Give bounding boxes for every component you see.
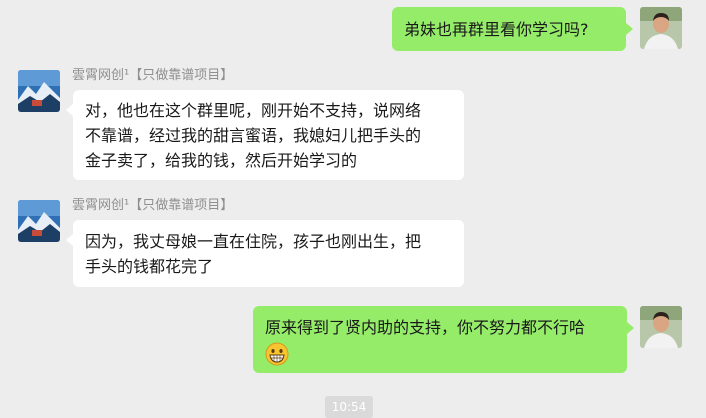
contact-avatar[interactable] xyxy=(18,200,60,242)
my-avatar[interactable] xyxy=(640,7,682,49)
outgoing-message-bubble[interactable]: 弟妹也再群里看你学习吗? xyxy=(392,7,626,51)
contact-avatar[interactable] xyxy=(18,70,60,112)
bubble-tail xyxy=(626,23,633,35)
message-line: 不靠谱，经过我的甜言蜜语，我媳妇儿把手头的 xyxy=(85,126,422,145)
sender-name: 雲霄网创¹【只做靠谱项目】 xyxy=(72,68,234,83)
incoming-message-bubble[interactable]: 因为，我丈母娘一直在住院，孩子也刚出生，把 手头的钱都花完了 xyxy=(73,220,464,287)
person-photo-icon xyxy=(640,7,682,49)
bubble-tail xyxy=(66,234,73,246)
my-avatar[interactable] xyxy=(640,306,682,348)
mountain-landscape-icon xyxy=(18,200,60,242)
person-photo-icon xyxy=(640,306,682,348)
message-text: 弟妹也再群里看你学习吗? xyxy=(404,20,589,39)
outgoing-message-bubble[interactable]: 原来得到了贤内助的支持，你不努力都不行哈 xyxy=(253,306,627,373)
message-line: 手头的钱都花完了 xyxy=(85,257,214,276)
timestamp-badge: 10:54 xyxy=(325,396,373,418)
message-line-emoji xyxy=(265,340,615,366)
bubble-tail xyxy=(627,322,634,334)
grinning-face-emoji-icon xyxy=(265,342,289,366)
message-line: 金子卖了，给我的钱，然后开始学习的 xyxy=(85,151,358,170)
bubble-tail xyxy=(66,104,73,116)
message-line: 原来得到了贤内助的支持，你不努力都不行哈 xyxy=(265,318,586,337)
incoming-message-bubble[interactable]: 对，他也在这个群里呢，刚开始不支持，说网络 不靠谱，经过我的甜言蜜语，我媳妇儿把… xyxy=(73,90,464,180)
message-line: 对，他也在这个群里呢，刚开始不支持，说网络 xyxy=(85,101,422,120)
mountain-landscape-icon xyxy=(18,70,60,112)
sender-name: 雲霄网创¹【只做靠谱项目】 xyxy=(72,198,234,213)
message-line: 因为，我丈母娘一直在住院，孩子也刚出生，把 xyxy=(85,232,422,251)
